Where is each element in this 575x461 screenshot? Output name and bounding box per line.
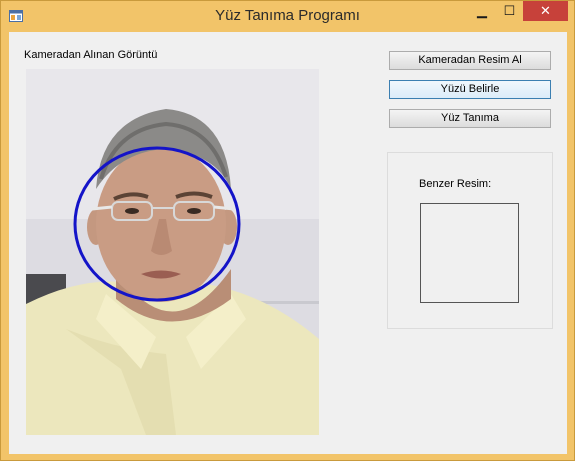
capture-image-button[interactable]: Kameradan Resim Al [389, 51, 551, 70]
minimize-button[interactable]: ▁ [468, 1, 496, 21]
camera-picture-box [26, 69, 319, 435]
form-client-area: Kameradan Alınan Görüntü Kameradan Resim… [9, 32, 567, 454]
camera-image-label: Kameradan Alınan Görüntü [24, 49, 158, 61]
minimize-icon: ▁ [477, 3, 487, 18]
similar-image-label: Benzer Resim: [419, 178, 492, 190]
face-recognition-button[interactable]: Yüz Tanıma [389, 109, 551, 128]
similar-image-box [420, 203, 519, 303]
similar-image-panel: Benzer Resim: [387, 152, 553, 329]
maximize-button[interactable]: ☐ [496, 1, 523, 21]
title-bar[interactable]: Yüz Tanıma Programı ▁ ☐ ✕ [1, 1, 574, 31]
app-window: Yüz Tanıma Programı ▁ ☐ ✕ Kameradan Alın… [0, 0, 575, 461]
detect-face-button[interactable]: Yüzü Belirle [389, 80, 551, 99]
close-icon: ✕ [540, 3, 551, 18]
maximize-icon: ☐ [503, 3, 516, 18]
close-button[interactable]: ✕ [523, 1, 568, 21]
